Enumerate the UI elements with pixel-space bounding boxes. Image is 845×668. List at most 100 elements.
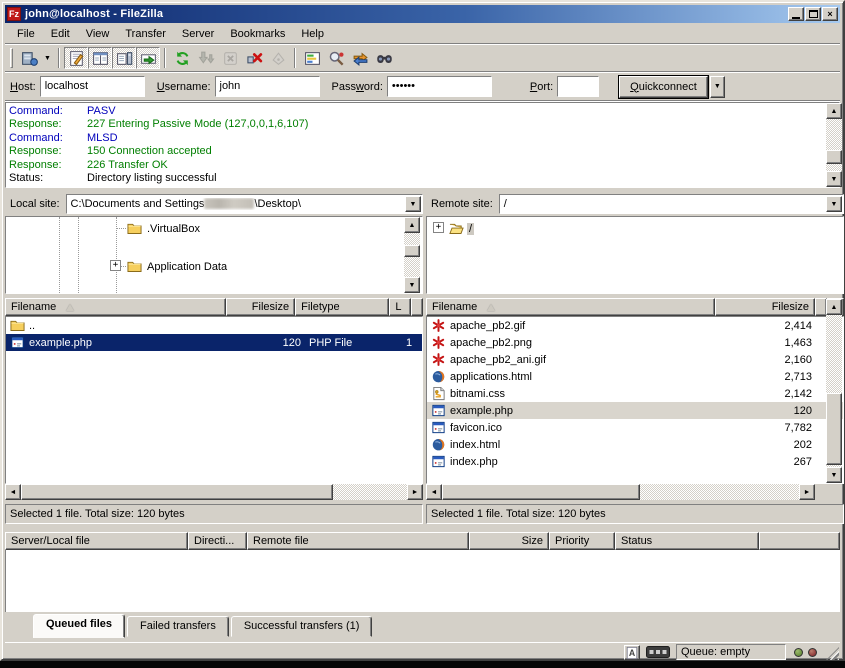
sync-browse-button[interactable] (348, 47, 372, 69)
close-button[interactable]: × (822, 7, 838, 21)
quickconnect-dropdown-icon[interactable]: ▼ (710, 76, 725, 98)
title-bar[interactable]: Fz john@localhost - FileZilla × (5, 5, 840, 23)
remote-directory-tree[interactable]: +/ (426, 216, 844, 294)
column-header-filename[interactable]: Filename (5, 298, 226, 316)
compare-button[interactable] (324, 47, 348, 69)
toggle-local-tree-button[interactable] (88, 47, 112, 69)
password-input[interactable]: •••••• (387, 76, 492, 97)
queue-column-status[interactable]: Status (615, 532, 759, 550)
file-row-apache-pb2-png[interactable]: apache_pb2.png1,463 (427, 334, 843, 351)
column-header-filesize[interactable]: Filesize (226, 298, 295, 316)
scroll-up-icon[interactable]: ▲ (826, 299, 842, 315)
file-row-bitnami-css[interactable]: bitnami.css2,142 (427, 385, 843, 402)
scroll-track[interactable] (442, 484, 799, 500)
menu-help[interactable]: Help (293, 26, 332, 42)
file-row-example-php[interactable]: example.php120 (427, 402, 843, 419)
port-input[interactable] (557, 76, 599, 97)
scroll-track[interactable] (826, 315, 842, 467)
tab-queued-files[interactable]: Queued files (33, 614, 125, 638)
remote-list-hscrollbar[interactable]: ◄► (426, 484, 815, 501)
toggle-queue-button[interactable] (136, 47, 160, 69)
file-row--[interactable]: .. (6, 317, 422, 334)
scroll-left-icon[interactable]: ◄ (426, 484, 442, 500)
scroll-right-icon[interactable]: ► (799, 484, 815, 500)
scroll-down-icon[interactable]: ▼ (826, 171, 842, 187)
local-tree-scrollbar[interactable]: ▲▼ (404, 217, 421, 293)
column-header-l[interactable]: L (389, 298, 411, 316)
maximize-button[interactable] (805, 7, 821, 21)
find-button[interactable] (372, 47, 396, 69)
menu-view[interactable]: View (78, 26, 118, 42)
file-row-index-html[interactable]: index.html202 (427, 436, 843, 453)
expand-icon[interactable]: + (110, 260, 121, 271)
remote-list-scrollbar[interactable]: ▲▼ (826, 299, 843, 483)
column-header-filesize[interactable]: Filesize (715, 298, 815, 316)
scroll-up-icon[interactable]: ▲ (826, 103, 842, 119)
local-file-list[interactable]: ..example.php120PHP File1 (5, 316, 423, 484)
queue-column-directi-[interactable]: Directi... (188, 532, 247, 550)
local-site-combobox[interactable]: C:\Documents and Settings\Desktop\ ▼ (66, 194, 423, 214)
host-input[interactable]: localhost (40, 76, 145, 97)
message-log[interactable]: Command:PASVResponse:227 Entering Passiv… (5, 102, 840, 188)
queue-column-server-local-file[interactable]: Server/Local file (5, 532, 188, 550)
scroll-up-icon[interactable]: ▲ (404, 217, 420, 233)
site-manager-dropdown-icon[interactable]: ▼ (41, 47, 54, 69)
remote-file-list[interactable]: apache_pb2.gif2,414apache_pb2.png1,463ap… (426, 316, 844, 484)
file-row-index-php[interactable]: index.php267 (427, 453, 843, 470)
file-row-applications-html[interactable]: applications.html2,713 (427, 368, 843, 385)
scroll-track[interactable] (826, 119, 842, 171)
column-header-filetype[interactable]: Filetype (295, 298, 389, 316)
minimize-button[interactable] (788, 7, 804, 21)
queue-column-size[interactable]: Size (469, 532, 549, 550)
scroll-thumb[interactable] (404, 245, 420, 257)
menu-server[interactable]: Server (174, 26, 222, 42)
menu-file[interactable]: File (9, 26, 43, 42)
data-type-indicator-icon[interactable]: A (624, 645, 640, 660)
local-directory-tree[interactable]: .VirtualBox+Application DataCookies−Desk… (5, 216, 423, 294)
quickconnect-button[interactable]: Quickconnect (619, 76, 708, 98)
local-list-hscrollbar[interactable]: ◄► (5, 484, 423, 501)
toolbar-grip[interactable] (10, 48, 13, 68)
toggle-log-button[interactable] (64, 47, 88, 69)
file-row-apache-pb2-ani-gif[interactable]: apache_pb2_ani.gif2,160 (427, 351, 843, 368)
tab-successful-transfers-1-[interactable]: Successful transfers (1) (231, 616, 373, 637)
resize-grip[interactable] (826, 647, 839, 660)
queue-column-remote-file[interactable]: Remote file (247, 532, 469, 550)
tree-item--virtualbox[interactable]: .VirtualBox (6, 219, 422, 238)
remote-site-combobox[interactable]: / ▼ (499, 194, 844, 214)
remote-site-dropdown-icon[interactable]: ▼ (826, 196, 842, 212)
filter-button[interactable] (300, 47, 324, 69)
scroll-thumb[interactable] (21, 484, 333, 500)
log-scrollbar[interactable]: ▲▼ (826, 103, 843, 187)
scroll-track[interactable] (404, 233, 420, 277)
disconnect-button[interactable] (242, 47, 266, 69)
queue-list[interactable] (5, 550, 840, 612)
speed-limits-icon[interactable] (646, 646, 670, 658)
scroll-thumb[interactable] (826, 393, 842, 465)
menu-transfer[interactable]: Transfer (117, 26, 174, 42)
menu-edit[interactable]: Edit (43, 26, 78, 42)
tab-failed-transfers[interactable]: Failed transfers (127, 616, 229, 637)
scroll-left-icon[interactable]: ◄ (5, 484, 21, 500)
scroll-down-icon[interactable]: ▼ (404, 277, 420, 293)
username-input[interactable]: john (215, 76, 320, 97)
menu-bookmarks[interactable]: Bookmarks (222, 26, 293, 42)
file-row-apache-pb2-gif[interactable]: apache_pb2.gif2,414 (427, 317, 843, 334)
column-header-filename[interactable]: Filename (426, 298, 715, 316)
scroll-thumb[interactable] (442, 484, 640, 500)
file-row-example-php[interactable]: example.php120PHP File1 (6, 334, 422, 351)
scroll-down-icon[interactable]: ▼ (826, 467, 842, 483)
queue-column-priority[interactable]: Priority (549, 532, 615, 550)
local-site-dropdown-icon[interactable]: ▼ (405, 196, 421, 212)
expand-icon[interactable]: + (433, 222, 444, 233)
log-line: Command:PASV (9, 105, 819, 118)
site-manager-button[interactable] (17, 47, 41, 69)
toggle-remote-tree-button[interactable] (112, 47, 136, 69)
scroll-track[interactable] (21, 484, 407, 500)
refresh-button[interactable] (170, 47, 194, 69)
file-row-favicon-ico[interactable]: favicon.ico7,782 (427, 419, 843, 436)
scroll-right-icon[interactable]: ► (407, 484, 423, 500)
tree-item-root[interactable]: +/ (427, 219, 843, 238)
tree-item-application-data[interactable]: +Application Data (6, 257, 422, 276)
scroll-thumb[interactable] (826, 150, 842, 164)
